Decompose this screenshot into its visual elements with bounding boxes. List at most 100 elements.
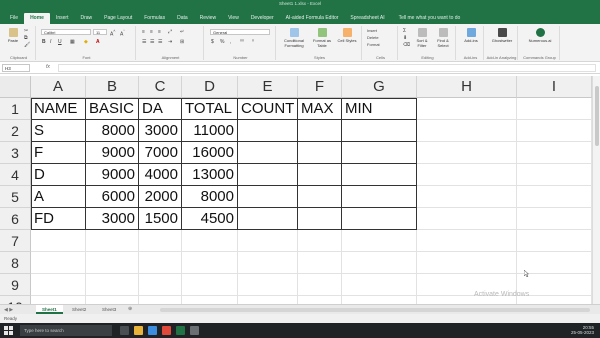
row-header-7[interactable]: 7 bbox=[0, 230, 31, 252]
empty-cell[interactable] bbox=[86, 252, 139, 274]
cell-count-row3[interactable] bbox=[238, 142, 298, 164]
cell-max-row4[interactable] bbox=[298, 164, 342, 186]
empty-cell[interactable] bbox=[238, 274, 298, 296]
cell-total-row5[interactable]: 8000 bbox=[182, 186, 238, 208]
decrease-decimal-icon[interactable]: ⁰ bbox=[252, 39, 254, 45]
worksheet-grid[interactable]: A B C D E F G H I 1 2 3 4 5 6 7 8 9 10 N… bbox=[0, 76, 600, 304]
empty-cell[interactable] bbox=[31, 274, 86, 296]
fx-icon[interactable]: fx bbox=[46, 64, 50, 70]
empty-cell[interactable] bbox=[182, 274, 238, 296]
cell-max-row3[interactable] bbox=[298, 142, 342, 164]
cell-name-row6[interactable]: FD bbox=[31, 208, 86, 230]
empty-cell[interactable] bbox=[342, 230, 417, 252]
cell-styles-button[interactable]: Cell Styles bbox=[336, 28, 358, 43]
cell-total-row6[interactable]: 4500 bbox=[182, 208, 238, 230]
cell-name-row2[interactable]: S bbox=[31, 120, 86, 142]
vertical-scroll-thumb[interactable] bbox=[595, 86, 599, 146]
orientation-icon[interactable]: ⤢ bbox=[168, 29, 172, 35]
cell-min-row6[interactable] bbox=[342, 208, 417, 230]
cell-count-row2[interactable] bbox=[238, 120, 298, 142]
cell-min-row5[interactable] bbox=[342, 186, 417, 208]
underline-button[interactable]: U bbox=[58, 39, 62, 45]
empty-cell[interactable] bbox=[238, 230, 298, 252]
sort-filter-button[interactable]: Sort & Filter bbox=[412, 28, 432, 48]
cell-min-row2[interactable] bbox=[342, 120, 417, 142]
tab-formulas[interactable]: Formulas bbox=[138, 13, 171, 24]
tab-ai-formula-editor[interactable]: AI-aided Formula Editor bbox=[280, 13, 345, 24]
fill-icon[interactable]: ⬇ bbox=[403, 35, 407, 41]
cut-icon[interactable]: ✂ bbox=[24, 28, 28, 34]
increase-decimal-icon[interactable]: ⁰⁰ bbox=[240, 39, 244, 45]
column-header-f[interactable]: F bbox=[298, 76, 342, 98]
comma-style-icon[interactable]: , bbox=[230, 39, 231, 45]
percent-button[interactable]: % bbox=[220, 39, 224, 45]
empty-cell[interactable] bbox=[342, 252, 417, 274]
grow-font-icon[interactable]: A^ bbox=[110, 29, 115, 38]
formula-input[interactable] bbox=[58, 64, 596, 72]
autosum-button[interactable]: Σ bbox=[403, 28, 406, 34]
header-cell-basic[interactable]: BASIC bbox=[86, 98, 139, 120]
cell-total-row4[interactable]: 13000 bbox=[182, 164, 238, 186]
tab-page-layout[interactable]: Page Layout bbox=[98, 13, 138, 24]
chrome-icon[interactable] bbox=[162, 326, 171, 335]
empty-cell[interactable] bbox=[417, 120, 517, 142]
shrink-font-icon[interactable]: Aˇ bbox=[120, 29, 125, 38]
file-explorer-icon[interactable] bbox=[134, 326, 143, 335]
empty-cell[interactable] bbox=[417, 208, 517, 230]
row-header-10[interactable]: 10 bbox=[0, 296, 31, 304]
empty-cell[interactable] bbox=[417, 142, 517, 164]
empty-cell[interactable] bbox=[31, 252, 86, 274]
clear-icon[interactable]: ⌫ bbox=[403, 42, 410, 48]
empty-cell[interactable] bbox=[139, 296, 182, 304]
empty-cell[interactable] bbox=[517, 208, 592, 230]
cell-basic-row6[interactable]: 3000 bbox=[86, 208, 139, 230]
cell-min-row4[interactable] bbox=[342, 164, 417, 186]
empty-cell[interactable] bbox=[182, 230, 238, 252]
format-cells-button[interactable]: Format bbox=[367, 42, 380, 48]
font-size-box[interactable]: 11 bbox=[93, 29, 107, 35]
indent-icon[interactable]: ⇥ bbox=[168, 39, 172, 45]
app-taskbar-icon[interactable] bbox=[190, 326, 199, 335]
fill-color-icon[interactable]: ◆ bbox=[84, 39, 88, 45]
row-header-4[interactable]: 4 bbox=[0, 164, 31, 186]
tab-data[interactable]: Data bbox=[171, 13, 194, 24]
empty-cell[interactable] bbox=[86, 274, 139, 296]
align-center-icon[interactable]: ☰ bbox=[150, 39, 154, 45]
header-cell-total[interactable]: TOTAL bbox=[182, 98, 238, 120]
empty-cell[interactable] bbox=[417, 186, 517, 208]
cell-basic-row3[interactable]: 9000 bbox=[86, 142, 139, 164]
column-header-g[interactable]: G bbox=[342, 76, 417, 98]
bold-button[interactable]: B bbox=[42, 39, 46, 45]
cell-count-row5[interactable] bbox=[238, 186, 298, 208]
font-color-icon[interactable]: A bbox=[96, 39, 100, 45]
sheet-tab-sheet3[interactable]: Sheet3 bbox=[96, 305, 122, 314]
sheet-nav-arrows-icon[interactable]: ◀ ▶ bbox=[4, 307, 13, 313]
empty-cell[interactable] bbox=[517, 142, 592, 164]
currency-button[interactable]: $ bbox=[211, 39, 214, 45]
italic-button[interactable]: I bbox=[50, 39, 51, 45]
empty-cell[interactable] bbox=[298, 274, 342, 296]
row-header-5[interactable]: 5 bbox=[0, 186, 31, 208]
empty-cell[interactable] bbox=[86, 230, 139, 252]
wrap-text-icon[interactable]: ↵ bbox=[180, 29, 184, 35]
tab-insert[interactable]: Insert bbox=[50, 13, 75, 24]
align-left-icon[interactable]: ☰ bbox=[142, 39, 146, 45]
empty-cell[interactable] bbox=[238, 252, 298, 274]
tab-view[interactable]: View bbox=[222, 13, 245, 24]
cell-basic-row4[interactable]: 9000 bbox=[86, 164, 139, 186]
tell-me-search[interactable]: Tell me what you want to do bbox=[399, 13, 461, 24]
empty-cell[interactable] bbox=[517, 164, 592, 186]
empty-cell[interactable] bbox=[298, 230, 342, 252]
conditional-formatting-button[interactable]: Conditional Formatting bbox=[280, 28, 308, 48]
find-select-button[interactable]: Find & Select bbox=[433, 28, 453, 48]
vertical-scrollbar[interactable] bbox=[592, 76, 600, 304]
cell-count-row4[interactable] bbox=[238, 164, 298, 186]
ghostwriter-button[interactable]: Ghostwriter bbox=[488, 28, 516, 43]
empty-cell[interactable] bbox=[86, 296, 139, 304]
cell-name-row4[interactable]: D bbox=[31, 164, 86, 186]
excel-taskbar-icon[interactable] bbox=[176, 326, 185, 335]
tab-spreadsheet-ai[interactable]: Spreadsheet AI bbox=[344, 13, 390, 24]
align-bottom-icon[interactable]: ≡ bbox=[158, 29, 161, 35]
cell-da-row5[interactable]: 2000 bbox=[139, 186, 182, 208]
empty-cell[interactable] bbox=[342, 274, 417, 296]
